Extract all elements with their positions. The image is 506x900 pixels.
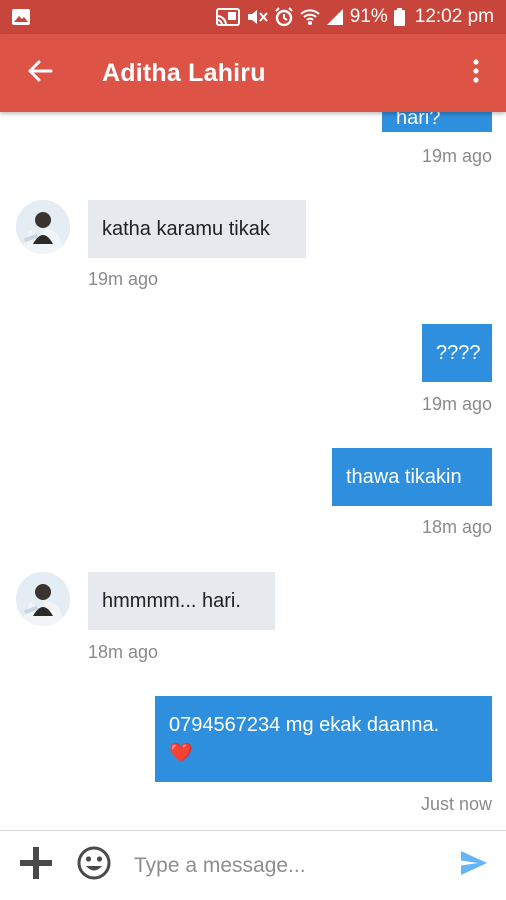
send-button[interactable]	[442, 831, 506, 900]
message-time: 18m ago	[421, 517, 492, 537]
message-bubble-outgoing[interactable]: 0794567234 mg ekak daanna. ❤️	[155, 696, 492, 782]
alarm-icon	[274, 7, 294, 27]
message-text: ????	[436, 341, 481, 364]
more-vert-icon	[473, 58, 479, 88]
message-bubble-incoming[interactable]: katha karamu tikak	[88, 200, 306, 258]
composer-bar	[0, 830, 506, 900]
app-bar: Aditha Lahiru	[0, 34, 506, 112]
message-bubble-outgoing[interactable]: ????	[422, 324, 492, 382]
wifi-icon	[300, 8, 320, 26]
attach-button[interactable]	[6, 831, 66, 900]
overflow-menu-button[interactable]	[446, 34, 506, 112]
message-time: 18m ago	[88, 642, 159, 662]
message-bubble-outgoing[interactable]: thawa tikakin	[332, 448, 492, 506]
message-bubble-incoming[interactable]: hmmmm... hari.	[88, 572, 275, 630]
clock: 12:02 pm	[414, 6, 494, 27]
cast-icon	[215, 8, 240, 26]
avatar[interactable]	[16, 200, 70, 254]
message-time: Just now	[420, 794, 492, 814]
signal-icon	[326, 8, 344, 26]
back-arrow-icon	[27, 59, 53, 88]
emoji-button[interactable]	[66, 831, 122, 900]
message-list[interactable]: hari hari? 19m ago katha karamu tikak 19…	[0, 112, 506, 830]
conversation-title: Aditha Lahiru	[102, 58, 266, 87]
message-input[interactable]	[134, 853, 434, 878]
message-time: 19m ago	[88, 269, 159, 289]
message-text: thawa tikakin	[346, 465, 462, 488]
message-bubble-outgoing[interactable]: hari hari?	[382, 112, 492, 132]
send-icon	[460, 850, 488, 881]
image-icon	[12, 9, 30, 25]
message-text: hari hari?	[396, 112, 441, 129]
emoji-icon	[76, 845, 112, 886]
message-time: 19m ago	[421, 146, 492, 166]
back-button[interactable]	[0, 34, 80, 112]
heart-emoji: ❤️	[169, 742, 193, 764]
message-time: 19m ago	[421, 394, 492, 414]
add-icon	[18, 845, 54, 886]
message-text: 0794567234 mg ekak daanna.	[169, 713, 440, 736]
chat-screen: 91% 12:02 pm Aditha Lahiru hari hari? 19…	[0, 0, 506, 900]
status-bar: 91% 12:02 pm	[0, 0, 506, 34]
avatar[interactable]	[16, 572, 70, 626]
battery-icon	[393, 8, 405, 26]
battery-percent: 91%	[349, 6, 388, 27]
message-text: katha karamu tikak	[102, 217, 270, 240]
mute-icon	[246, 8, 268, 26]
message-text: hmmmm... hari.	[102, 589, 241, 612]
